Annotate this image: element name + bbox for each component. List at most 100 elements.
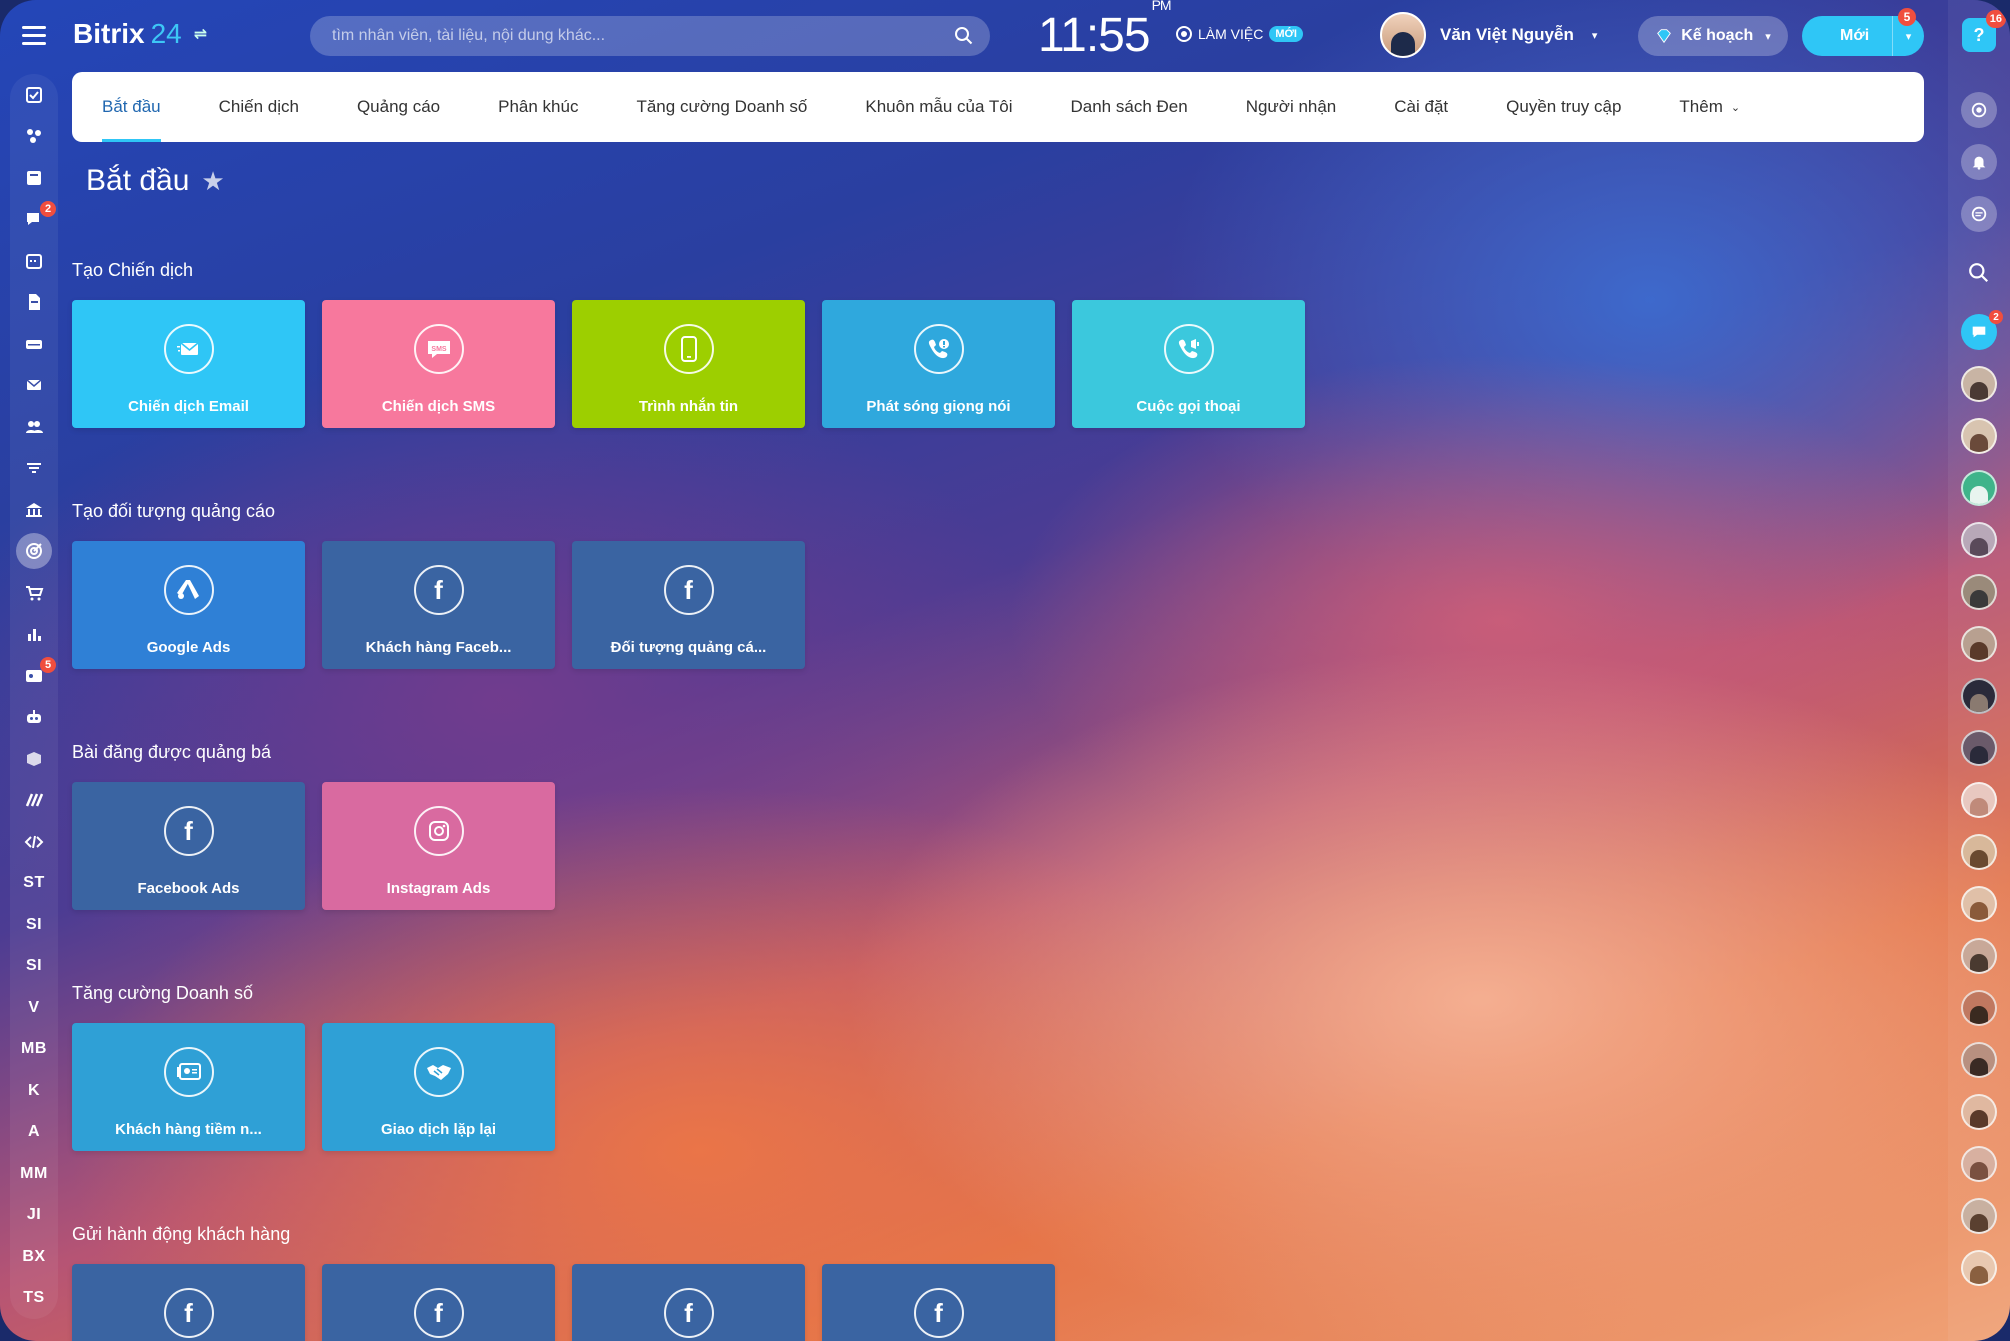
contact-avatar[interactable] (1961, 470, 1997, 506)
cart-icon[interactable] (10, 572, 58, 614)
menu-icon[interactable] (22, 26, 46, 46)
customer-action-tile[interactable]: f (822, 1264, 1055, 1341)
repeat-deals-tile[interactable]: Giao dịch lặp lại (322, 1023, 555, 1151)
app-ts[interactable]: TS (10, 1278, 58, 1320)
app-mb[interactable]: MB (10, 1029, 58, 1071)
developer-icon[interactable] (10, 821, 58, 863)
work-status[interactable]: LÀM VIỆC MỚI (1176, 26, 1303, 42)
app-st[interactable]: ST (10, 863, 58, 905)
contact-avatar[interactable] (1961, 1146, 1997, 1182)
tab-campaigns[interactable]: Chiến dịch (219, 72, 299, 142)
contact-avatar[interactable] (1961, 886, 1997, 922)
tab-ads[interactable]: Quảng cáo (357, 72, 440, 142)
contact-avatar[interactable] (1961, 1250, 1997, 1286)
app-v[interactable]: V (10, 987, 58, 1029)
copilot-icon[interactable] (1961, 92, 1997, 128)
customer-action-tile[interactable]: f (572, 1264, 805, 1341)
google-ads-tile[interactable]: Google Ads (72, 541, 305, 669)
contact-avatar[interactable] (1961, 418, 1997, 454)
app-a[interactable]: A (10, 1112, 58, 1154)
help-icon[interactable]: ? 16 (1962, 10, 2006, 52)
messenger-tile[interactable]: Trình nhắn tin (572, 300, 805, 428)
app-ji[interactable]: JI (10, 1195, 58, 1237)
search-input[interactable]: tìm nhân viên, tài liệu, nội dung khác..… (310, 16, 990, 56)
search-icon[interactable] (954, 26, 974, 46)
customer-action-tile[interactable]: f (322, 1264, 555, 1341)
tab-settings[interactable]: Cài đặt (1394, 72, 1448, 142)
potential-customers-tile[interactable]: Khách hàng tiềm n... (72, 1023, 305, 1151)
app-si-1[interactable]: SI (10, 904, 58, 946)
mail-icon[interactable] (10, 365, 58, 407)
contact-avatar[interactable] (1961, 938, 1997, 974)
contact-avatar[interactable] (1961, 1198, 1997, 1234)
swap-icon[interactable]: ⇌ (194, 24, 207, 44)
tab-more[interactable]: Thêm ⌄ (1679, 72, 1740, 142)
app-si-2[interactable]: SI (10, 946, 58, 988)
sites-icon[interactable] (10, 780, 58, 822)
drive-icon[interactable] (10, 323, 58, 365)
facebook-audience-tile[interactable]: f Đối tượng quảng cá... (572, 541, 805, 669)
contact-avatar[interactable] (1961, 626, 1997, 662)
app-k[interactable]: K (10, 1070, 58, 1112)
contact-avatar[interactable] (1961, 366, 1997, 402)
contact-avatar[interactable] (1961, 990, 1997, 1026)
robot-icon[interactable] (10, 697, 58, 739)
contact-avatar[interactable] (1961, 678, 1997, 714)
tab-sales-boost[interactable]: Tăng cường Doanh số (636, 72, 807, 142)
contact-avatar[interactable] (1961, 782, 1997, 818)
voice-broadcast-tile[interactable]: Phát sóng giọng nói (822, 300, 1055, 428)
section-title: Gửi hành động khách hàng (72, 1224, 291, 1244)
search-icon[interactable] (1968, 262, 1990, 284)
customer-action-tile[interactable]: f (72, 1264, 305, 1341)
contact-center-icon[interactable]: 5 (10, 655, 58, 697)
contact-avatar[interactable] (1961, 522, 1997, 558)
new-button[interactable]: Mới ▾ 5 (1802, 8, 1924, 56)
user-menu[interactable]: Văn Việt Nguyễn ▾ (1380, 12, 1597, 58)
tab-my-templates[interactable]: Khuôn mẫu của Tôi (865, 72, 1012, 142)
sms-campaign-tile[interactable]: SMS Chiến dịch SMS (322, 300, 555, 428)
analytics-icon[interactable] (10, 614, 58, 656)
feed-icon[interactable] (10, 157, 58, 199)
box-icon[interactable] (10, 738, 58, 780)
app-bx[interactable]: BX (10, 1236, 58, 1278)
phone-call-tile[interactable]: Cuộc gọi thoại (1072, 300, 1305, 428)
bank-icon[interactable] (10, 489, 58, 531)
tab-blacklist[interactable]: Danh sách Đen (1071, 72, 1188, 142)
user-name: Văn Việt Nguyễn (1440, 25, 1574, 44)
tile-label: Instagram Ads (386, 880, 491, 897)
contact-avatar[interactable] (1961, 834, 1997, 870)
open-chat-icon[interactable]: 2 (1961, 310, 2003, 350)
star-icon[interactable]: ★ (201, 166, 224, 197)
bell-icon[interactable] (1961, 144, 1997, 180)
facebook-customers-tile[interactable]: f Khách hàng Faceb... (322, 541, 555, 669)
tab-access[interactable]: Quyền truy cập (1506, 72, 1621, 142)
instagram-ads-tile[interactable]: Instagram Ads (322, 782, 555, 910)
groups-icon[interactable] (10, 116, 58, 158)
handshake-icon (413, 1047, 464, 1097)
contact-avatar[interactable] (1961, 730, 1997, 766)
chat-badge: 2 (1989, 310, 2003, 324)
email-campaign-tile[interactable]: Chiến dịch Email (72, 300, 305, 428)
messages-icon[interactable] (1961, 196, 1997, 232)
tasks-icon[interactable] (10, 74, 58, 116)
chat-icon[interactable]: 2 (10, 199, 58, 241)
logo[interactable]: Bitrix 24 ⇌ (73, 18, 207, 50)
tab-recipients[interactable]: Người nhận (1246, 72, 1337, 142)
facebook-icon: f (413, 565, 464, 615)
tab-start[interactable]: Bắt đầu (102, 72, 161, 142)
app-mm[interactable]: MM (10, 1153, 58, 1195)
document-icon[interactable] (10, 282, 58, 324)
marketing-icon[interactable] (10, 531, 58, 573)
filter-icon[interactable] (10, 448, 58, 490)
tile-label: Giao dịch lặp lại (380, 1121, 497, 1138)
facebook-ads-tile[interactable]: f Facebook Ads (72, 782, 305, 910)
contact-avatar[interactable] (1961, 1094, 1997, 1130)
calendar-icon[interactable] (10, 240, 58, 282)
employees-icon[interactable] (10, 406, 58, 448)
plan-button[interactable]: Kế hoạch ▾ (1638, 16, 1788, 56)
section-title: Tạo đối tượng quảng cáo (72, 501, 275, 521)
tab-segments[interactable]: Phân khúc (498, 72, 578, 142)
contact-avatar[interactable] (1961, 574, 1997, 610)
contact-avatar[interactable] (1961, 1042, 1997, 1078)
section-title: Tăng cường Doanh số (72, 983, 253, 1003)
